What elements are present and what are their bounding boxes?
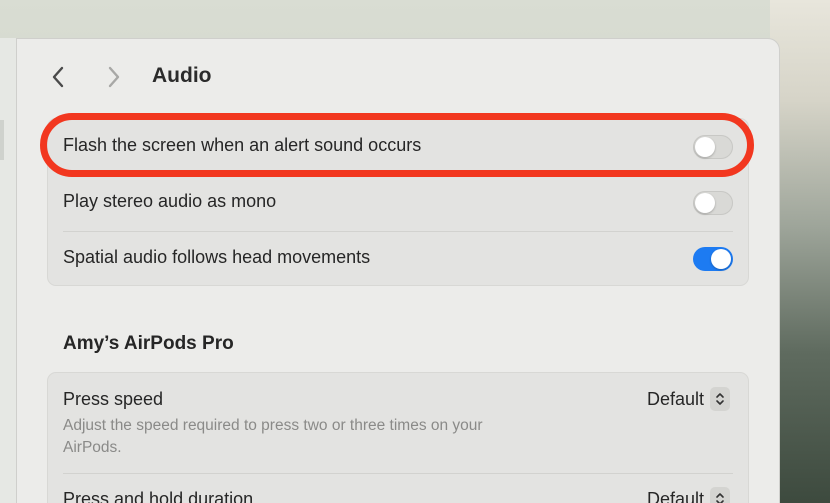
press-hold-value: Default xyxy=(646,488,704,503)
airpods-section-title: Amy’s AirPods Pro xyxy=(63,333,234,354)
chevron-right-icon xyxy=(108,66,120,88)
forward-button[interactable] xyxy=(104,64,124,90)
settings-row-mono-audio: Play stereo audio as mono xyxy=(48,175,748,231)
toggle-knob xyxy=(711,249,731,269)
press-speed-value: Default xyxy=(646,388,704,409)
press-hold-label: Press and hold duration xyxy=(63,489,254,503)
toggle-knob xyxy=(695,193,715,213)
up-down-chevron-icon xyxy=(710,387,730,411)
press-hold-select[interactable]: Default xyxy=(647,487,730,503)
background-window-edge xyxy=(0,120,4,160)
page-title: Audio xyxy=(152,64,212,87)
press-speed-description: Adjust the speed required to press two o… xyxy=(63,417,483,456)
chevron-left-icon xyxy=(52,66,64,88)
press-speed-select[interactable]: Default xyxy=(647,387,730,411)
spatial-audio-label: Spatial audio follows head movements xyxy=(63,247,371,267)
back-button[interactable] xyxy=(48,64,68,90)
airpods-settings-group: Press speed Adjust the speed required to… xyxy=(47,372,749,503)
highlight-ring xyxy=(40,113,754,177)
up-down-chevron-icon xyxy=(710,487,730,503)
mono-audio-toggle[interactable] xyxy=(693,191,733,215)
press-speed-label: Press speed xyxy=(63,389,164,409)
divider xyxy=(63,473,733,474)
spatial-audio-toggle[interactable] xyxy=(693,247,733,271)
settings-row-spatial-audio: Spatial audio follows head movements xyxy=(48,231,748,287)
mono-audio-label: Play stereo audio as mono xyxy=(63,191,277,211)
